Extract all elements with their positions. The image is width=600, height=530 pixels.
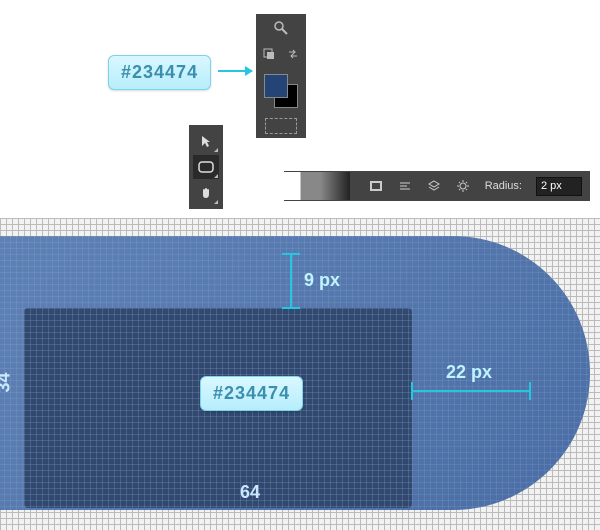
- radius-input[interactable]: [536, 177, 582, 196]
- align-icon[interactable]: [397, 178, 412, 194]
- selection-tool[interactable]: [193, 129, 219, 153]
- color-swatches[interactable]: [264, 74, 298, 108]
- options-bar-gradient: [284, 172, 350, 200]
- rotate-icon[interactable]: [259, 44, 279, 64]
- hand-tool[interactable]: [193, 181, 219, 205]
- canvas[interactable]: 9 px 22 px #234474 34 64: [0, 218, 600, 530]
- quickmask-icon[interactable]: [265, 118, 297, 134]
- fg-color-swatch[interactable]: [264, 74, 288, 98]
- measure-right-label: 22 px: [446, 362, 492, 383]
- measure-top-cap1: [282, 253, 300, 255]
- measure-top-cap2: [282, 307, 300, 309]
- measure-right-line: [412, 390, 530, 392]
- measure-right-cap2: [529, 382, 531, 400]
- dim-width: 64: [240, 482, 260, 503]
- color-callout-top: #234474: [108, 55, 211, 90]
- dim-height: 34: [0, 372, 15, 392]
- callout-arrow: [218, 70, 252, 72]
- pill-shape[interactable]: 9 px 22 px #234474 34 64: [0, 236, 590, 510]
- layers-icon[interactable]: [426, 178, 441, 194]
- radius-label: Radius:: [485, 180, 522, 192]
- measure-top-line: [290, 254, 292, 308]
- options-bar: Radius:: [284, 171, 590, 201]
- color-callout-center: #234474: [200, 376, 303, 411]
- mini-tool-panel: [256, 14, 306, 138]
- tools-panel: [189, 125, 223, 209]
- callout-text-center: #234474: [213, 383, 290, 403]
- rounded-rect-tool[interactable]: [193, 155, 219, 179]
- measure-top-label: 9 px: [304, 270, 340, 291]
- measure-right-cap1: [411, 382, 413, 400]
- swap-icon[interactable]: [283, 44, 303, 64]
- magnifier-icon[interactable]: [271, 18, 291, 38]
- gear-icon[interactable]: [456, 178, 471, 194]
- callout-text: #234474: [121, 62, 198, 82]
- fill-mode-icon[interactable]: [368, 178, 383, 194]
